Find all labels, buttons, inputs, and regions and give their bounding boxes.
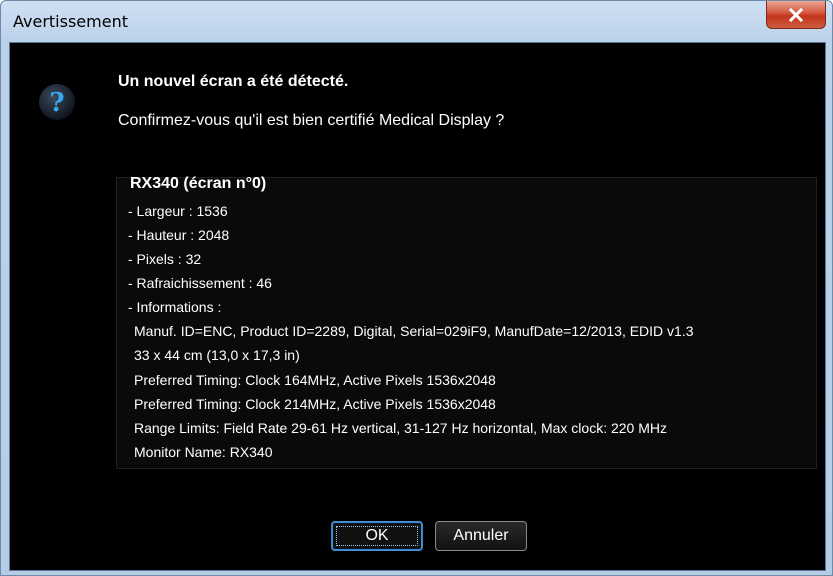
message-question: Confirmez-vous qu'il est bien certifié M… xyxy=(118,112,505,129)
close-button[interactable] xyxy=(766,1,826,29)
info-line-refresh: - Rafraichissement : 46 xyxy=(128,275,272,291)
svg-text:?: ? xyxy=(49,88,64,118)
close-icon xyxy=(788,7,804,22)
info-line-width: - Largeur : 1536 xyxy=(128,203,228,219)
dialog-window: Avertissement ? Un nouvel écran a été dé… xyxy=(0,0,833,576)
detail-line-size: 33 x 44 cm (13,0 x 17,3 in) xyxy=(134,347,300,363)
cancel-button-label: Annuler xyxy=(453,527,509,544)
info-line-pixels: - Pixels : 32 xyxy=(128,251,202,267)
ok-button-label: OK xyxy=(365,527,389,544)
window-title: Avertissement xyxy=(13,12,128,31)
cancel-button[interactable]: Annuler xyxy=(435,521,527,551)
detail-line-range-limits: Range Limits: Field Rate 29-61 Hz vertic… xyxy=(134,420,667,436)
message-title: Un nouvel écran a été détecté. xyxy=(118,73,349,90)
ok-button[interactable]: OK xyxy=(331,521,423,551)
detail-line-timing-2: Preferred Timing: Clock 214MHz, Active P… xyxy=(134,396,496,412)
detail-line-edid: Manuf. ID=ENC, Product ID=2289, Digital,… xyxy=(134,323,694,339)
info-line-informations: - Informations : xyxy=(128,299,222,315)
detail-line-monitor-name: Monitor Name: RX340 xyxy=(134,444,273,460)
question-icon: ? xyxy=(39,84,75,120)
detail-line-timing-1: Preferred Timing: Clock 164MHz, Active P… xyxy=(134,372,496,388)
title-bar[interactable]: Avertissement xyxy=(1,1,832,41)
display-info-heading: RX340 (écran n°0) xyxy=(130,175,267,192)
info-line-height: - Hauteur : 2048 xyxy=(128,227,230,243)
